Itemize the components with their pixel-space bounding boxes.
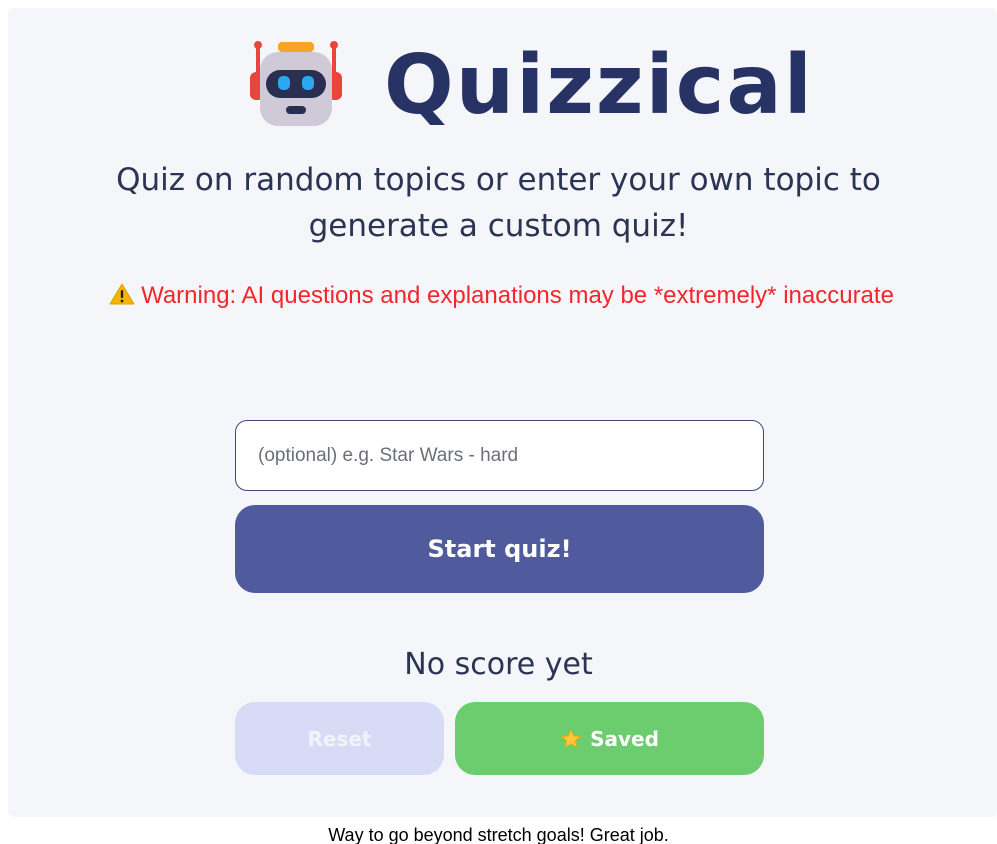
reset-button[interactable]: Reset [235,702,444,775]
star-icon [561,728,581,748]
saved-label: Saved [590,726,659,751]
score-text: No score yet [404,647,593,682]
topic-input[interactable] [235,420,764,491]
saved-button[interactable]: Saved [455,702,764,775]
warning-icon [109,283,135,305]
footer-message: Way to go beyond stretch goals! Great jo… [328,825,669,844]
app-title: Quizzical [384,38,814,133]
robot-icon [250,41,342,126]
start-quiz-button[interactable]: Start quiz! [235,505,764,593]
warning-message: Warning: AI questions and explanations m… [104,277,899,315]
app-header: Quizzical [0,34,997,134]
intro-subtitle: Quiz on random topics or enter your own … [116,162,881,244]
warning-text: Warning: AI questions and explanations m… [141,282,894,309]
